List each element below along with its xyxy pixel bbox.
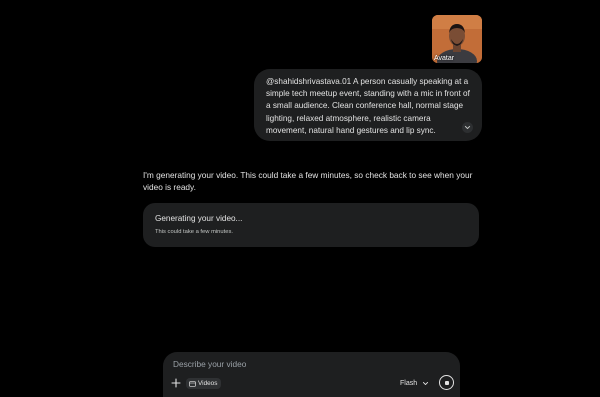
generation-subtitle: This could take a few minutes. [155, 229, 233, 235]
stop-generation-button[interactable] [439, 375, 454, 390]
video-icon [189, 380, 196, 387]
chat-page: Avatar @shahidshrivastava.01 A person ca… [0, 0, 600, 397]
prompt-composer: Describe your video Videos Flash [163, 352, 460, 397]
user-message-bubble: @shahidshrivastava.01 A person casually … [254, 69, 482, 141]
generation-title: Generating your video... [155, 214, 243, 223]
prompt-input[interactable]: Describe your video [173, 359, 246, 369]
videos-tool-chip[interactable]: Videos [186, 378, 222, 389]
plus-icon [171, 378, 181, 388]
chevron-down-icon [423, 381, 429, 386]
assistant-message-text: I'm generating your video. This could ta… [143, 170, 473, 193]
add-attachment-button[interactable] [170, 377, 182, 389]
model-selected-label: Flash [400, 380, 418, 387]
model-selector[interactable]: Flash [400, 378, 429, 389]
user-message-text: @shahidshrivastava.01 A person casually … [266, 77, 470, 135]
expand-message-button[interactable] [462, 122, 473, 133]
avatar-caption: Avatar [434, 55, 455, 62]
generation-status-card: Generating your video... This could take… [143, 203, 479, 247]
videos-chip-label: Videos [198, 380, 218, 387]
stop-icon [444, 380, 449, 385]
chevron-down-icon [464, 125, 471, 130]
avatar[interactable]: Avatar [432, 15, 482, 63]
